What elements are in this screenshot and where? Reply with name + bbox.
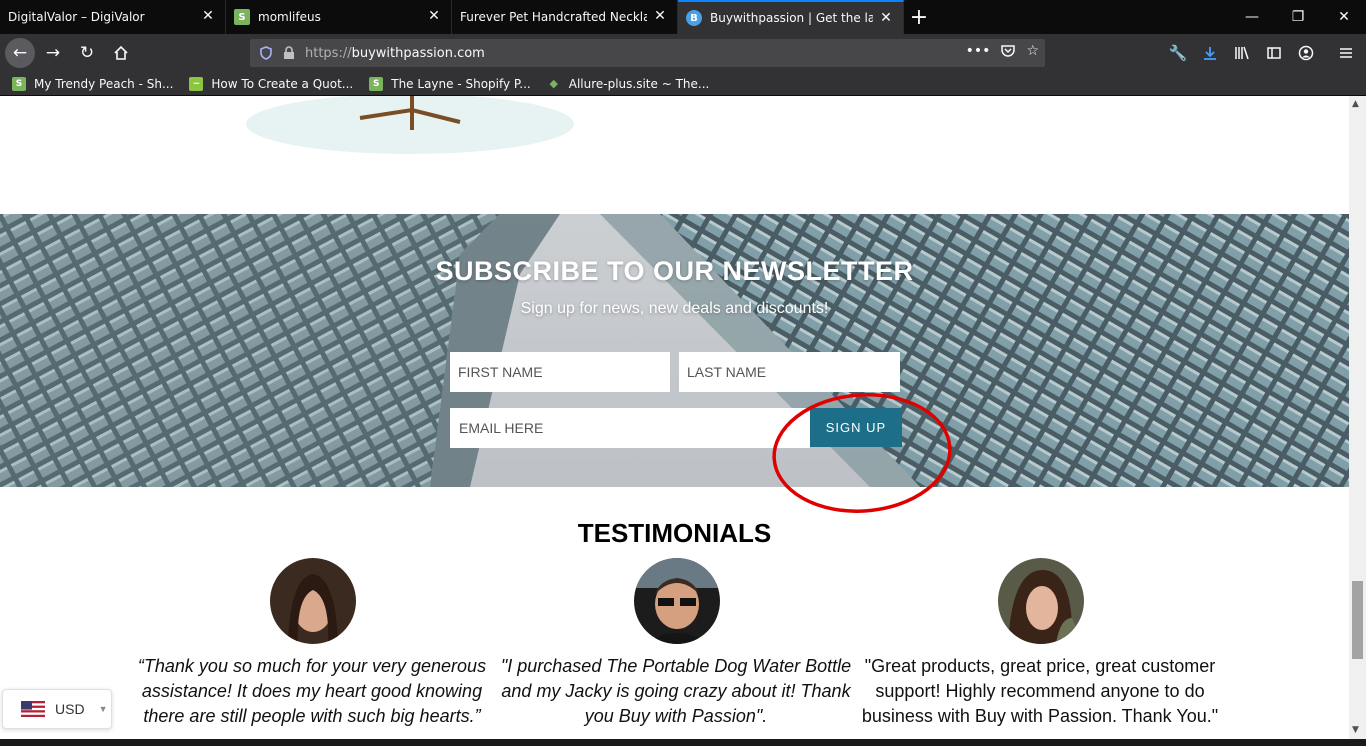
- tab-title: Furever Pet Handcrafted Necklace -: [460, 10, 647, 24]
- testimonials-title: TESTIMONIALS: [577, 518, 772, 548]
- us-flag-icon: [21, 701, 45, 717]
- home-icon: [114, 45, 128, 60]
- quote-icon: ~: [189, 76, 204, 91]
- avatar: [270, 558, 356, 644]
- close-icon[interactable]: ✕: [427, 9, 441, 23]
- page-scrollbar[interactable]: ▲ ▼: [1349, 96, 1366, 739]
- tab-title: Buywithpassion | Get the latest: [710, 11, 873, 25]
- url-text[interactable]: https://buywithpassion.com: [305, 46, 485, 61]
- menu-icon[interactable]: [1330, 37, 1362, 69]
- newsletter-section: SUBSCRIBE TO OUR NEWSLETTER Sign up for …: [0, 214, 1349, 487]
- download-icon[interactable]: [1194, 37, 1226, 69]
- bookmarks-toolbar: S My Trendy Peach - Sh... ~ How To Create …: [0, 72, 1366, 96]
- avatar: [634, 558, 720, 644]
- scrollbar-thumb[interactable]: [1352, 581, 1363, 659]
- tab-title: momlifeus: [258, 10, 321, 24]
- lock-icon[interactable]: [283, 46, 295, 60]
- tab-momlifeus[interactable]: S momlifeus ✕: [226, 0, 452, 34]
- back-button[interactable]: ←: [5, 38, 35, 68]
- shopify-icon: S: [369, 76, 384, 91]
- close-icon[interactable]: ✕: [879, 11, 893, 25]
- browser-window: DigitalValor – DigiValor ✕ S momlifeus ✕…: [0, 0, 1366, 746]
- b-icon: B: [686, 10, 702, 26]
- account-icon[interactable]: [1290, 37, 1322, 69]
- window-close-button[interactable]: ✕: [1320, 0, 1366, 34]
- scroll-up-icon[interactable]: ▲: [1352, 99, 1359, 109]
- tab-digitalvalor[interactable]: DigitalValor – DigiValor ✕: [0, 0, 226, 34]
- bookmark-item[interactable]: S My Trendy Peach - Sh...: [12, 76, 173, 91]
- chevron-down-icon: ▼: [98, 704, 108, 714]
- currency-selector[interactable]: USD ▼: [2, 689, 112, 729]
- os-taskbar: [0, 739, 1366, 746]
- close-icon[interactable]: ✕: [653, 9, 667, 23]
- newsletter-subtitle: Sign up for news, new deals and discount…: [520, 300, 829, 317]
- arrow-right-icon: →: [45, 43, 61, 63]
- testimonial-quote: “Thank you so much for your very generou…: [137, 656, 487, 726]
- bookmark-item[interactable]: ◆ Allure-plus.site ~ The...: [547, 77, 710, 91]
- tab-buywithpassion[interactable]: B Buywithpassion | Get the latest ✕: [678, 0, 904, 34]
- address-bar[interactable]: https://buywithpassion.com ••• ☆: [250, 39, 1045, 67]
- reload-icon: ↻: [79, 43, 95, 63]
- email-input[interactable]: [450, 408, 810, 448]
- shopify-icon: ◆: [549, 77, 558, 90]
- shield-icon[interactable]: [259, 46, 273, 60]
- testimonial-quote: "I purchased The Portable Dog Water Bott…: [500, 656, 852, 726]
- shopify-icon: S: [234, 9, 250, 25]
- library-icon[interactable]: [1226, 37, 1258, 69]
- restore-button[interactable]: ❐: [1274, 0, 1322, 34]
- currency-code: USD: [55, 701, 85, 717]
- pocket-icon[interactable]: [1000, 43, 1016, 59]
- newsletter-title: SUBSCRIBE TO OUR NEWSLETTER: [435, 256, 914, 286]
- new-tab-button[interactable]: +: [904, 0, 934, 34]
- more-icon[interactable]: •••: [966, 43, 991, 59]
- bookmark-star-icon[interactable]: ☆: [1026, 43, 1039, 59]
- avatar: [998, 558, 1084, 644]
- navigation-toolbar: ← → ↻ https://buywithpassion.com ••• ☆ 🔧: [0, 34, 1366, 72]
- last-name-input[interactable]: [679, 352, 900, 392]
- tab-furever[interactable]: Furever Pet Handcrafted Necklace - ✕: [452, 0, 678, 34]
- sidebar-icon[interactable]: [1258, 37, 1290, 69]
- shopify-icon: S: [12, 76, 26, 91]
- wrench-icon[interactable]: 🔧: [1162, 37, 1194, 69]
- reload-button[interactable]: ↻: [71, 37, 103, 69]
- close-icon[interactable]: ✕: [201, 9, 215, 23]
- tab-bar: DigitalValor – DigiValor ✕ S momlifeus ✕…: [0, 0, 1366, 34]
- home-button[interactable]: [105, 37, 137, 69]
- sign-up-button[interactable]: SIGN UP: [810, 408, 902, 447]
- bookmark-item[interactable]: ~ How To Create a Quot...: [189, 76, 353, 91]
- table-illustration: [246, 96, 574, 154]
- forward-button[interactable]: →: [37, 37, 69, 69]
- bookmark-item[interactable]: S The Layne - Shopify P...: [369, 76, 531, 91]
- page-viewport: SUBSCRIBE TO OUR NEWSLETTER Sign up for …: [0, 96, 1349, 739]
- testimonial-quote: "Great products, great price, great cust…: [861, 656, 1219, 726]
- first-name-input[interactable]: [450, 352, 670, 392]
- tab-title: DigitalValor – DigiValor: [8, 10, 145, 24]
- minimize-button[interactable]: —: [1228, 0, 1276, 34]
- arrow-left-icon: ←: [12, 43, 28, 63]
- scroll-down-icon[interactable]: ▼: [1352, 725, 1359, 735]
